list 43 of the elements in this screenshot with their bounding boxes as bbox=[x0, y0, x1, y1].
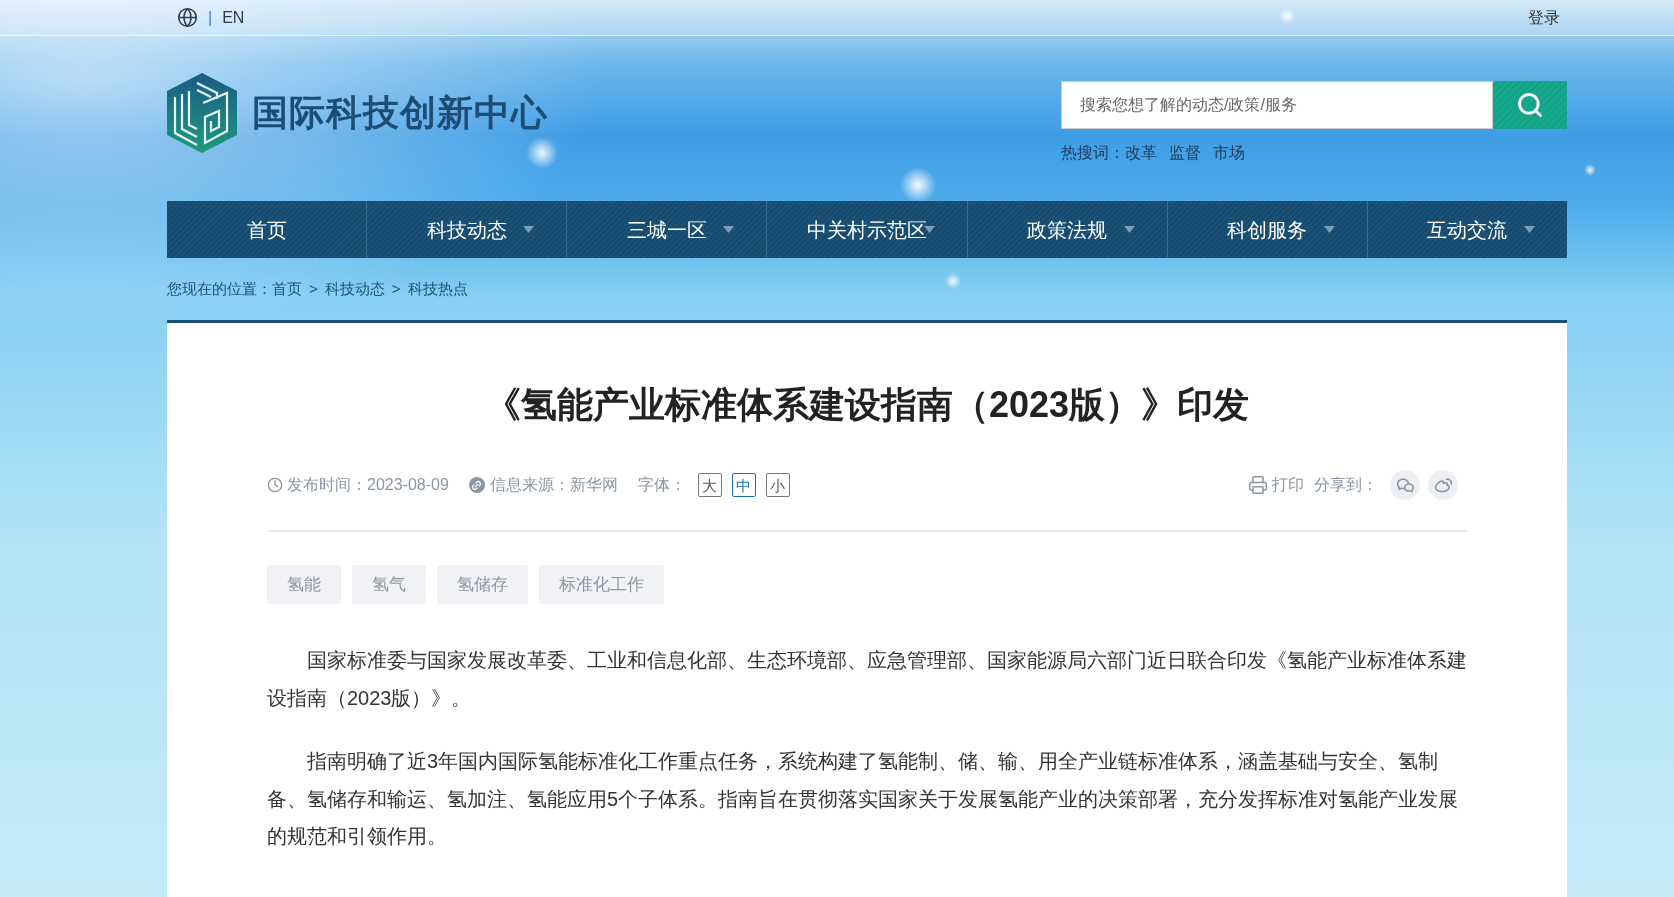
hot-search-link[interactable]: 监督 bbox=[1169, 142, 1201, 164]
login-link[interactable]: 登录 bbox=[1528, 5, 1560, 30]
breadcrumb-label: 您现在的位置： bbox=[167, 278, 272, 299]
language-link[interactable]: EN bbox=[222, 5, 245, 30]
nav-item[interactable]: 三城一区 bbox=[566, 201, 767, 258]
publish-date: 发布时间：2023-08-09 bbox=[287, 475, 449, 495]
printer-icon[interactable] bbox=[1248, 475, 1268, 495]
breadcrumb-link[interactable]: 科技热点 bbox=[407, 277, 468, 301]
article-paragraph: 国家标准委与国家发展改革委、工业和信息化部、生态环境部、应急管理部、国家能源局六部门近日联合印发《氢能产业标准体系建设指南（2023版）》。 bbox=[267, 648, 1467, 711]
share-label: 分享到： bbox=[1314, 475, 1378, 495]
search-button[interactable] bbox=[1493, 81, 1567, 129]
tag[interactable]: 氢能 bbox=[267, 565, 341, 604]
globe-icon[interactable] bbox=[177, 7, 198, 28]
nav-item[interactable]: 科技动态 bbox=[366, 201, 567, 258]
clock-icon bbox=[267, 477, 283, 493]
breadcrumb-separator: > bbox=[309, 278, 318, 299]
weibo-icon[interactable] bbox=[1428, 470, 1458, 500]
language-separator: | bbox=[208, 7, 213, 28]
wechat-icon[interactable] bbox=[1390, 470, 1420, 500]
nav-item[interactable]: 科创服务 bbox=[1166, 201, 1367, 258]
font-size-button[interactable]: 小 bbox=[765, 473, 790, 497]
nav-item[interactable]: 互动交流 bbox=[1366, 201, 1567, 258]
breadcrumb-link[interactable]: 科技动态 bbox=[324, 277, 385, 301]
hot-search-link[interactable]: 市场 bbox=[1213, 142, 1245, 164]
breadcrumb-separator: > bbox=[391, 278, 401, 299]
search-field[interactable]: 搜索您想了解的动态/政策/服务 bbox=[1061, 81, 1493, 129]
hot-search-link[interactable]: 改革 bbox=[1125, 142, 1157, 164]
article-paragraph: 指南明确了近3年国内国际氢能标准化工作重点任务，系统构建了氢能制、储、输、用全产业链标准体系，涵盖基础与安全、氢制备、氢储存和输运、氢加注、氢能应用5个子体系。指南旨在贯彻落实国家关于发展氢能产业的决策部署，充分发挥标准对氢能产业发展的规范和引领作用。 bbox=[267, 749, 1460, 849]
font-size-label: 字体： bbox=[637, 475, 686, 495]
breadcrumb-link[interactable]: 首页 bbox=[272, 277, 302, 301]
nav-item[interactable]: 首页 bbox=[167, 201, 367, 258]
link-icon bbox=[468, 477, 485, 493]
logo-icon bbox=[167, 73, 237, 153]
search-icon bbox=[1516, 91, 1544, 119]
print-link[interactable]: 打印 bbox=[1272, 473, 1304, 497]
font-size-button[interactable]: 大 bbox=[697, 473, 722, 497]
logo-text: 国际科技创新中心 bbox=[252, 91, 548, 135]
nav-item[interactable]: 中关村示范区 bbox=[766, 201, 967, 258]
nav-item[interactable]: 政策法规 bbox=[966, 201, 1167, 258]
article-title: 《氢能产业标准体系建设指南（2023版）》印发 bbox=[483, 383, 1251, 427]
hot-search-label: 热搜词： bbox=[1061, 143, 1125, 163]
article-source: 信息来源：新华网 bbox=[489, 475, 618, 495]
font-size-button[interactable]: 中 bbox=[731, 473, 756, 497]
